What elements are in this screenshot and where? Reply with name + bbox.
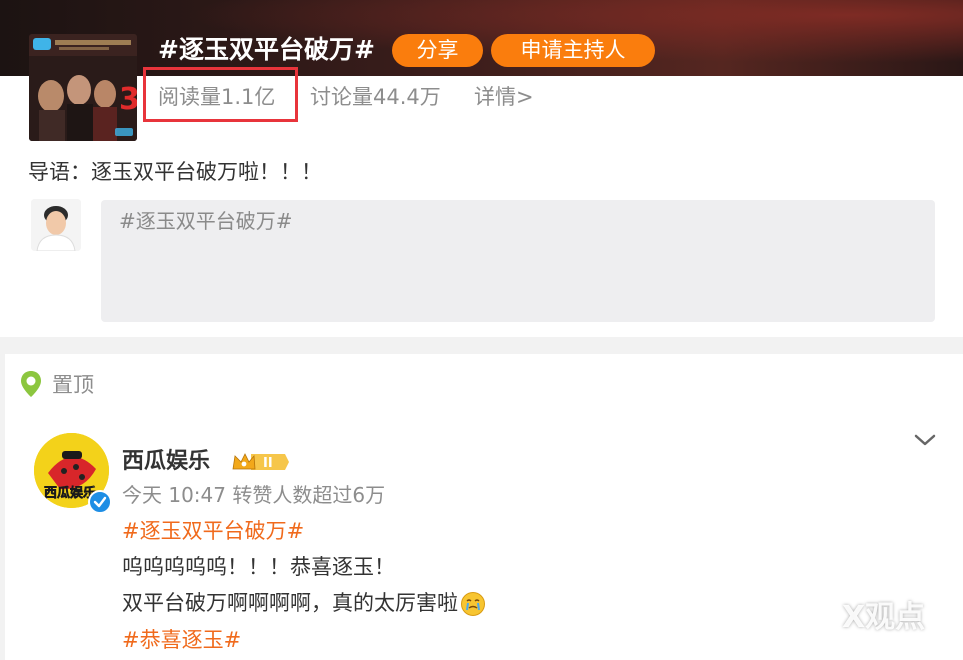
hashtag-topic-link[interactable]: #逐玉双平台破万# <box>122 514 304 548</box>
share-button[interactable]: 分享 <box>392 34 483 67</box>
verified-icon <box>88 490 112 514</box>
author-name[interactable]: 西瓜娱乐 <box>122 446 210 478</box>
chevron-down-icon[interactable] <box>911 428 939 452</box>
pin-location-icon <box>21 371 41 397</box>
topic-intro: 导语：逐玉双平台破万啦！！！ <box>28 160 322 184</box>
discussion-count: 讨论量44.4万 <box>310 85 441 109</box>
apply-host-button[interactable]: 申请主持人 <box>491 34 655 67</box>
post-text: 双平台破万啊啊啊啊，真的太厉害啦 <box>122 591 458 615</box>
svg-text:3: 3 <box>119 82 137 117</box>
svg-text:II: II <box>263 456 273 471</box>
post-text-line: 呜呜呜呜呜！！！恭喜逐玉！ <box>122 555 395 579</box>
vip-crown-badge[interactable]: II <box>231 450 291 474</box>
topic-cover-image[interactable]: 3 <box>29 34 137 141</box>
hashtag-congrats-link[interactable]: #恭喜逐玉# <box>122 623 241 657</box>
pinned-post-card: 置顶 西瓜娱乐 西瓜娱乐 II 今天 10:47 转赞人数超过6万 #逐玉双平台… <box>5 354 963 660</box>
crying-emoji-icon <box>461 592 485 616</box>
topic-title: #逐玉双平台破万# <box>158 35 375 64</box>
post-composer-input[interactable]: #逐玉双平台破万# <box>101 200 935 322</box>
details-link[interactable]: 详情> <box>474 82 534 112</box>
pinned-label: 置顶 <box>52 373 94 397</box>
topic-card: 3 #逐玉双平台破万# 分享 申请主持人 阅读量1.1亿 讨论量44.4万 详情… <box>0 0 963 337</box>
watermark-logo: X观点 <box>842 600 926 635</box>
read-count-highlight-box <box>143 67 298 122</box>
user-avatar[interactable] <box>31 199 81 251</box>
post-text-line: 双平台破万啊啊啊啊，真的太厉害啦 <box>122 586 486 620</box>
topic-banner <box>0 0 963 76</box>
post-meta: 今天 10:47 转赞人数超过6万 <box>122 483 386 507</box>
